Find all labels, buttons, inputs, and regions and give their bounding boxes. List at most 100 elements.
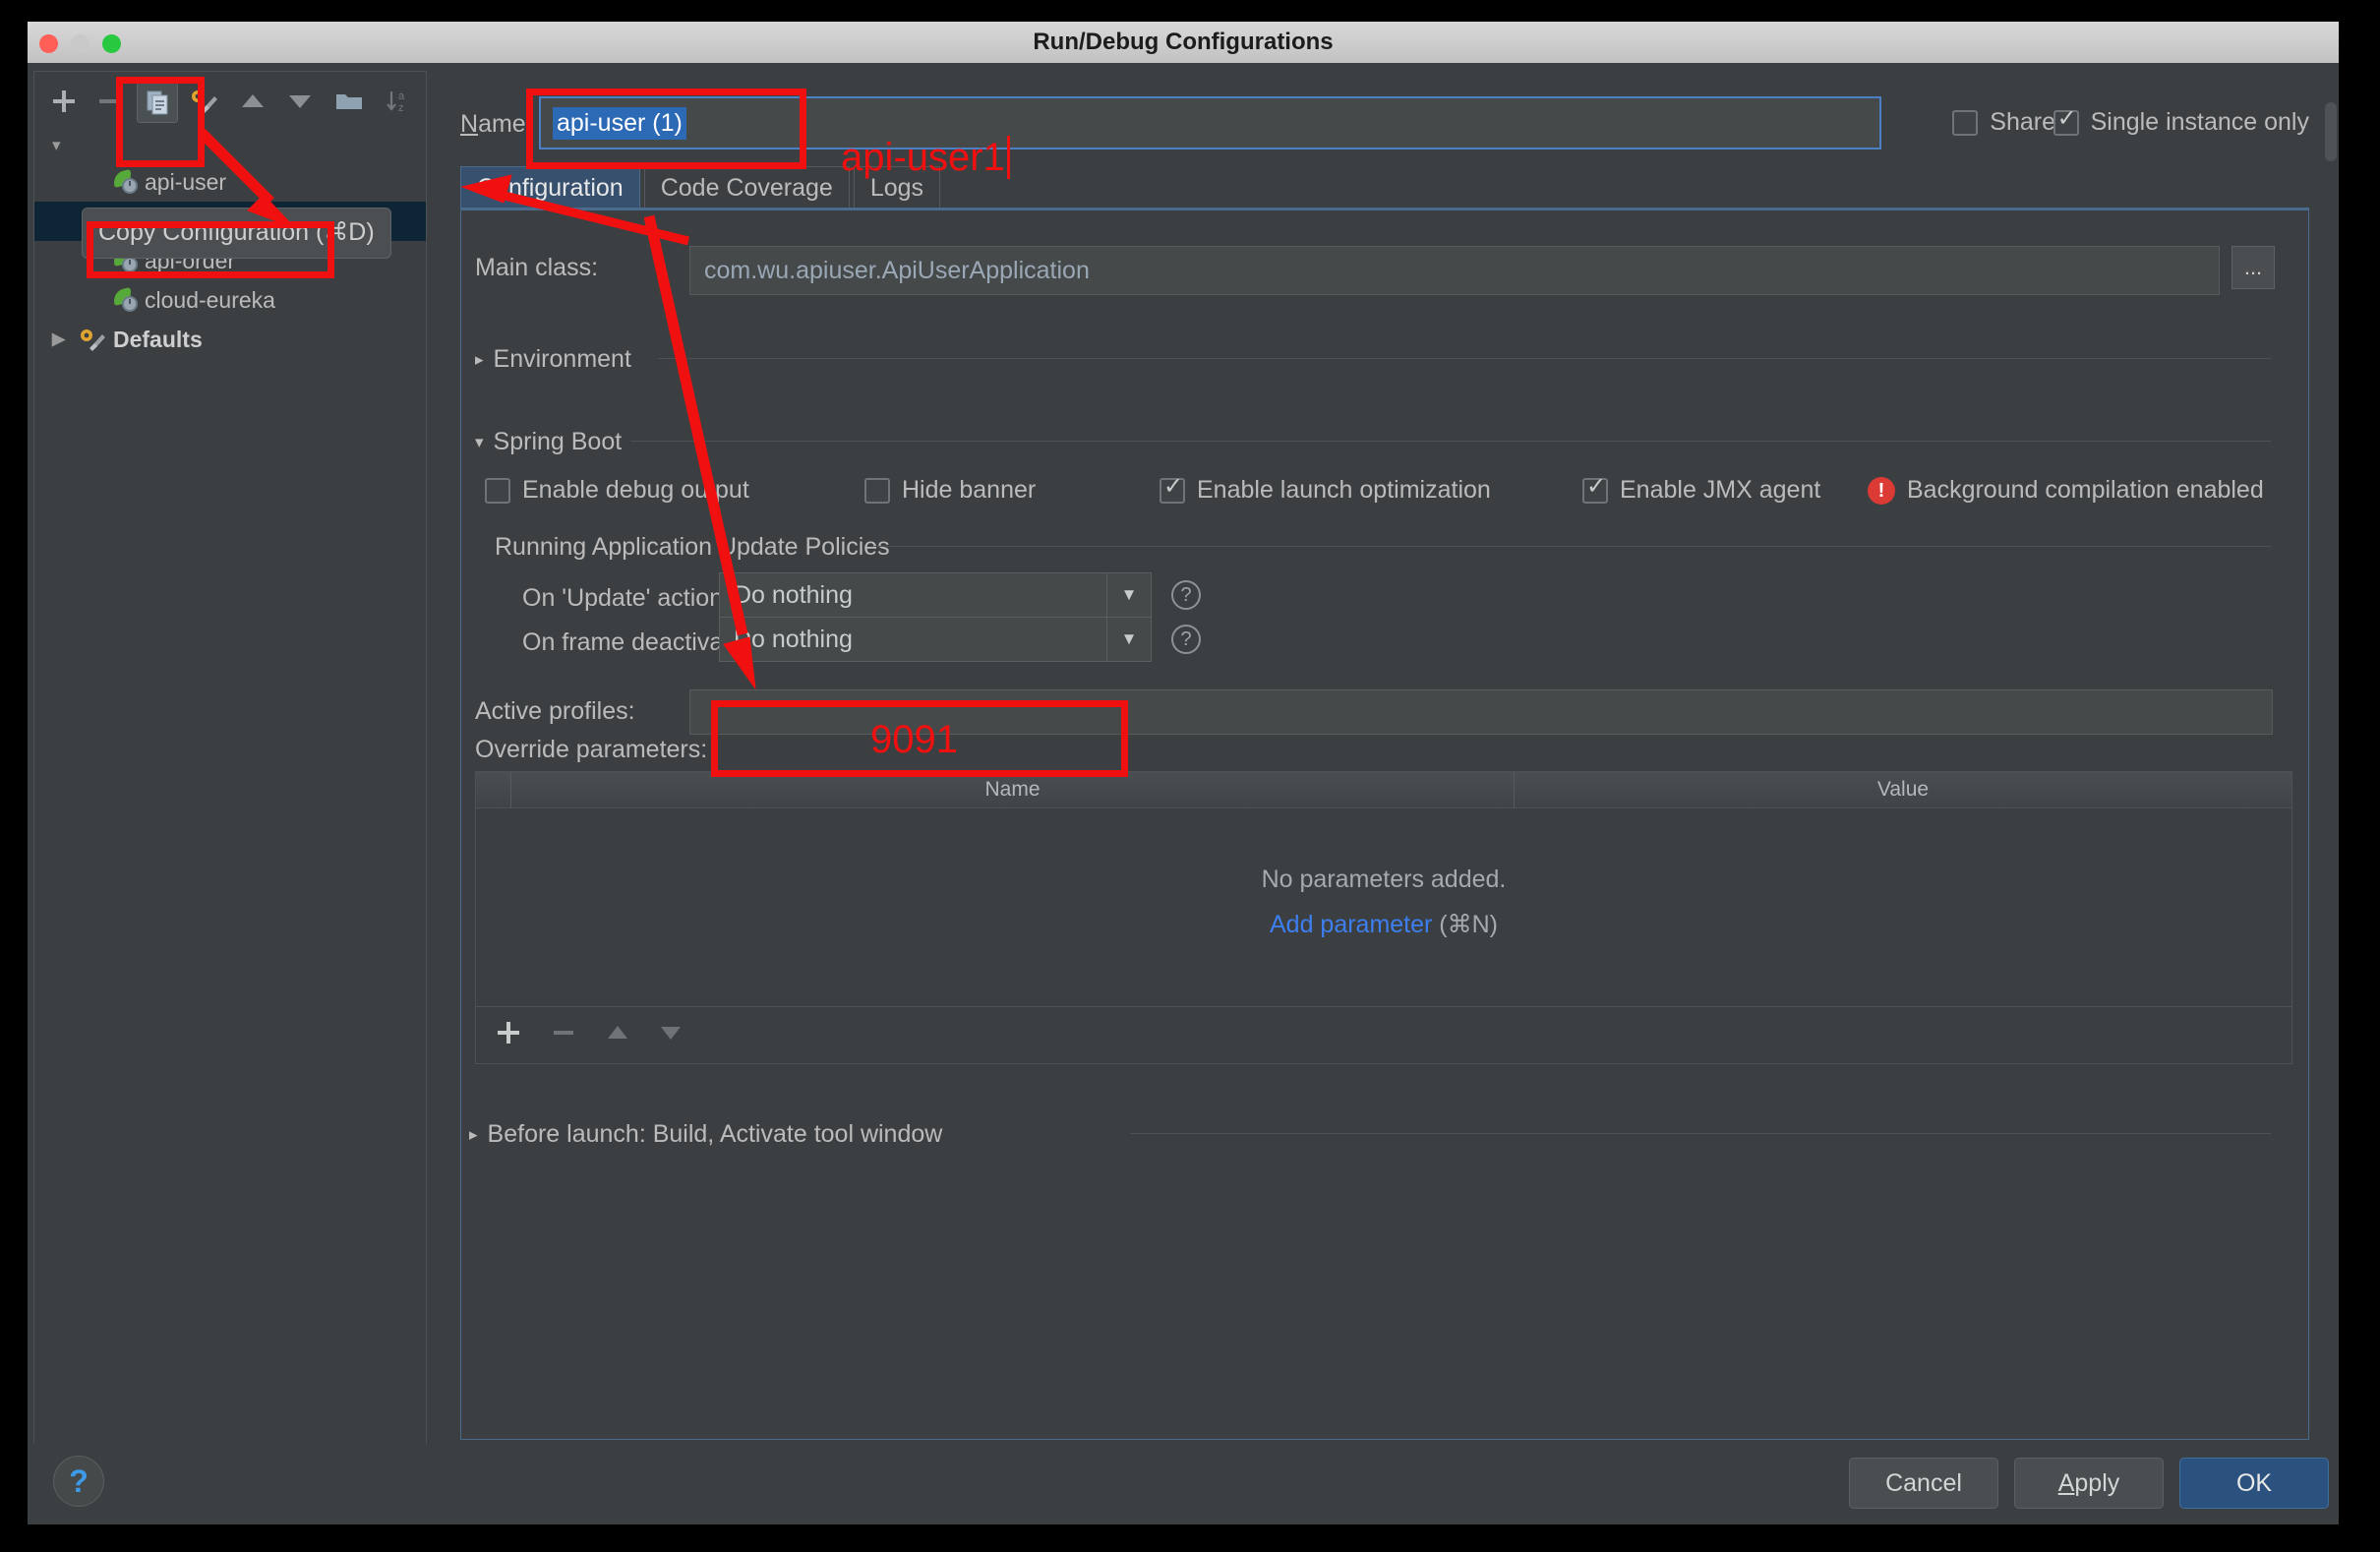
parameters-toolbar [475, 1007, 2292, 1064]
enable-jmx-agent-checkbox[interactable]: Enable JMX agent [1582, 474, 1821, 505]
main-class-browse-button[interactable]: ... [2231, 246, 2275, 289]
configurations-tree-pane: a z ▾ api-user api-order cloud-eureka ▶ … [33, 71, 427, 1448]
remove-configuration-button[interactable] [89, 82, 129, 121]
on-frame-deactivation-combo[interactable]: Do nothing ▼ [719, 617, 1152, 662]
enable-launch-optimization-box [1160, 474, 1185, 504]
hide-banner-checkbox[interactable]: Hide banner [864, 476, 1036, 505]
new-folder-button[interactable] [329, 82, 369, 121]
on-update-action-label: On 'Update' action: [522, 584, 731, 612]
on-frame-deactivation-help-icon[interactable]: ? [1171, 625, 1201, 654]
save-configuration-button[interactable] [184, 82, 223, 121]
wrench-save-icon [192, 90, 217, 113]
window-title: Run/Debug Configurations [1033, 29, 1334, 55]
name-label: Name [460, 110, 526, 138]
enable-jmx-agent-label: Enable JMX agent [1620, 476, 1821, 504]
spring-boot-section-header[interactable]: ▾ Spring Boot [475, 428, 622, 456]
remove-parameter-button[interactable] [551, 1020, 576, 1050]
column-header-name[interactable]: Name [511, 772, 1515, 807]
tree-item-cloud-eureka[interactable]: cloud-eureka [34, 280, 426, 320]
tab-code-coverage[interactable]: Code Coverage [643, 166, 850, 209]
run-debug-configurations-window: Run/Debug Configurations a z ▾ api-user … [28, 22, 2339, 1524]
gear-wrench-icon [78, 327, 107, 352]
active-profiles-label: Active profiles: [475, 697, 635, 725]
apply-mnemonic: A [2057, 1468, 2075, 1497]
single-instance-label: Single instance only [2090, 108, 2309, 136]
svg-text:z: z [398, 102, 404, 114]
tree-item-label: cloud-eureka [145, 286, 275, 313]
apply-button[interactable]: Apply [2014, 1458, 2164, 1509]
row-handle-column [476, 772, 511, 807]
add-configuration-button[interactable] [44, 82, 84, 121]
move-parameter-up-button[interactable] [606, 1023, 629, 1047]
tree-group-row[interactable]: ▾ [34, 129, 426, 162]
copy-icon [147, 90, 168, 115]
name-input[interactable]: api-user (1) [539, 96, 1881, 149]
background-compilation-warning: ! Background compilation enabled [1868, 476, 2264, 505]
configuration-tab-content: Main class: com.wu.apiuser.ApiUserApplic… [460, 210, 2309, 1440]
move-parameter-down-button[interactable] [659, 1023, 683, 1047]
tree-item-label: Defaults [113, 326, 203, 352]
update-policies-divider [874, 546, 2271, 547]
environment-section-header[interactable]: ▸ Environment [475, 345, 631, 374]
sort-configurations-button[interactable]: a z [379, 82, 418, 121]
spring-boot-icon [111, 169, 141, 195]
active-profiles-input[interactable] [689, 689, 2273, 735]
window-titlebar: Run/Debug Configurations [28, 22, 2339, 64]
dialog-body: a z ▾ api-user api-order cloud-eureka ▶ … [28, 63, 2339, 1524]
enable-launch-optimization-checkbox[interactable]: Enable launch optimization [1160, 474, 1491, 505]
arrow-down-icon [661, 1027, 681, 1040]
configuration-editor-pane: Name api-user (1) Share Single instance … [441, 71, 2327, 1446]
chevron-right-icon: ▸ [475, 349, 484, 369]
minus-icon [99, 99, 119, 103]
name-input-value: api-user (1) [553, 106, 686, 140]
apply-rest: pply [2074, 1468, 2120, 1497]
share-checkbox[interactable]: Share [1952, 108, 2055, 137]
before-launch-divider [1130, 1133, 2271, 1134]
tab-logs[interactable]: Logs [853, 166, 941, 209]
ok-button[interactable]: OK [2179, 1458, 2329, 1509]
configurations-tree[interactable]: ▾ api-user api-user (1) [34, 129, 426, 1447]
enable-debug-output-checkbox[interactable]: Enable debug output [485, 476, 749, 505]
before-launch-header[interactable]: ▸ Before launch: Build, Activate tool wi… [469, 1120, 942, 1149]
chevron-down-icon: ▼ [1106, 573, 1151, 617]
on-update-action-help-icon[interactable]: ? [1171, 580, 1201, 610]
parameters-table[interactable]: Name Value No parameters added. Add para… [475, 771, 2292, 1007]
hide-banner-box [864, 477, 890, 504]
tree-item-defaults[interactable]: ▶ Defaults [34, 320, 426, 359]
svg-text:a: a [398, 90, 405, 102]
tree-toolbar: a z [34, 72, 426, 129]
enable-jmx-agent-box [1582, 474, 1608, 504]
error-icon: ! [1868, 476, 1895, 505]
add-parameter-link[interactable]: Add parameter [1270, 911, 1432, 938]
on-frame-deactivation-value: Do nothing [734, 625, 853, 653]
editor-tabs[interactable]: Configuration Code Coverage Logs [460, 165, 944, 209]
single-instance-checkbox[interactable]: Single instance only [2053, 106, 2309, 137]
help-button[interactable]: ? [53, 1456, 104, 1507]
spring-boot-label: Spring Boot [493, 428, 623, 455]
chevron-down-icon: ▼ [1106, 618, 1151, 661]
spring-boot-divider [630, 441, 2271, 442]
spring-boot-icon [111, 287, 141, 313]
copy-configuration-button[interactable] [137, 82, 178, 123]
sort-alphabetical-icon: a z [387, 90, 405, 114]
cancel-button[interactable]: Cancel [1849, 1458, 1998, 1509]
tab-configuration[interactable]: Configuration [460, 166, 640, 209]
add-parameter-button[interactable] [496, 1020, 521, 1051]
folder-icon [336, 94, 362, 109]
environment-label: Environment [493, 345, 631, 373]
add-parameter-shortcut: (⌘N) [1432, 911, 1499, 938]
background-compilation-label: Background compilation enabled [1907, 476, 2264, 504]
tree-item-api-user[interactable]: api-user [34, 162, 426, 202]
chevron-right-icon: ▶ [52, 329, 66, 348]
vertical-scrollbar[interactable] [2325, 102, 2337, 161]
share-label: Share [1990, 108, 2055, 136]
plus-icon [498, 1021, 519, 1044]
enable-debug-output-label: Enable debug output [522, 476, 749, 504]
move-down-button[interactable] [280, 82, 320, 121]
move-up-button[interactable] [233, 82, 272, 121]
main-class-input[interactable]: com.wu.apiuser.ApiUserApplication [689, 246, 2220, 295]
plus-icon [53, 90, 75, 112]
update-policies-header: Running Application Update Policies [495, 533, 890, 562]
column-header-value[interactable]: Value [1515, 772, 2291, 807]
on-update-action-combo[interactable]: Do nothing ▼ [719, 572, 1152, 618]
